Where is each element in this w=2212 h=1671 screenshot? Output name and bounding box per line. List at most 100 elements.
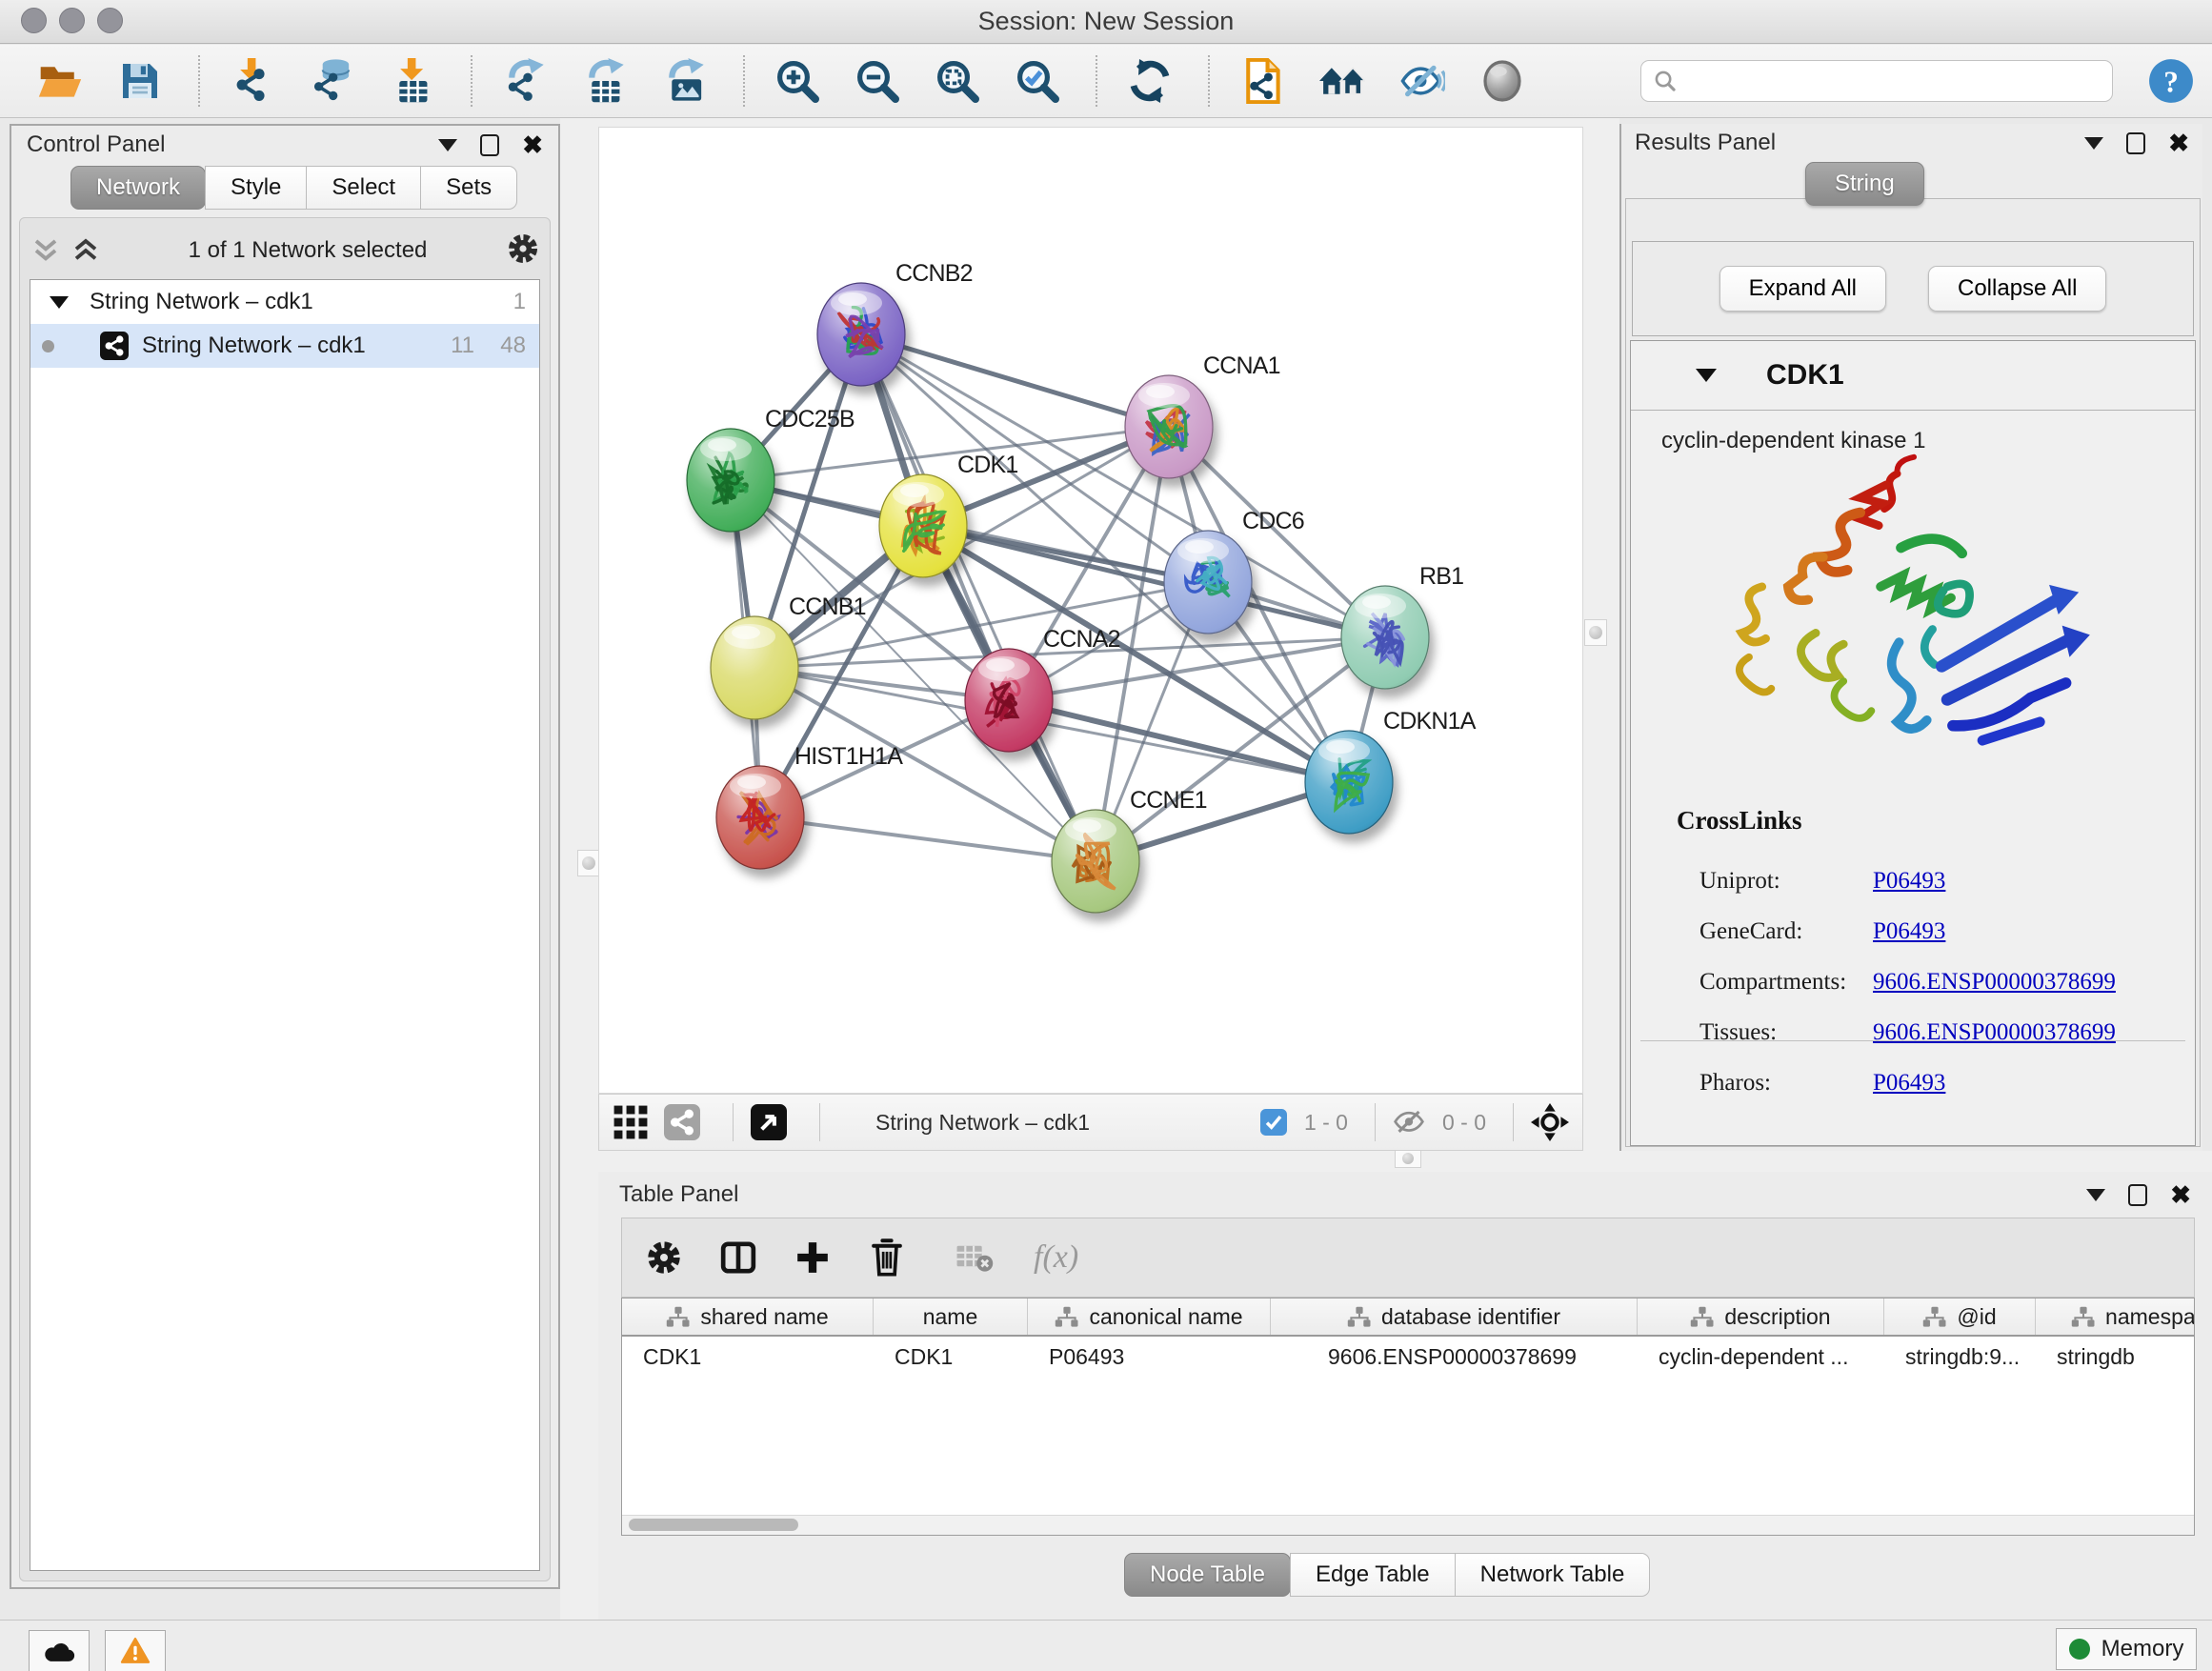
import-network-button[interactable] [225, 52, 280, 110]
open-folder-button[interactable] [32, 52, 88, 110]
right-splitter-handle[interactable] [1584, 619, 1607, 646]
network-edge[interactable] [861, 334, 1169, 427]
column-header-namespace[interactable]: namespace [2036, 1299, 2195, 1335]
table-cell[interactable]: stringdb:9... [1884, 1337, 2036, 1377]
tab-string[interactable]: String [1805, 162, 1924, 206]
column-header--id[interactable]: @id [1884, 1299, 2036, 1335]
tab-network-table[interactable]: Network Table [1455, 1553, 1651, 1597]
cloud-status-button[interactable] [29, 1630, 90, 1671]
crosslink-link-uniprot[interactable]: P06493 [1873, 868, 1945, 895]
network-node-HIST1H1A[interactable]: HIST1H1A [716, 743, 903, 869]
network-node-CCNB2[interactable]: CCNB2 [817, 260, 973, 386]
delete-column-icon[interactable] [862, 1233, 912, 1282]
collapse-all-icon[interactable] [70, 236, 102, 265]
close-panel-icon[interactable]: ✖ [522, 132, 543, 157]
left-splitter-handle[interactable] [577, 850, 600, 876]
panel-menu-icon[interactable] [2086, 1189, 2105, 1201]
delete-table-icon[interactable] [950, 1233, 999, 1282]
refresh-button[interactable] [1122, 52, 1177, 110]
zoom-selected-button[interactable] [1010, 52, 1065, 110]
network-node-CDKN1A[interactable]: CDKN1A [1305, 708, 1477, 834]
zoom-out-button[interactable] [850, 52, 905, 110]
collection-expander-icon[interactable] [50, 296, 69, 309]
hidden-eye-icon[interactable] [1393, 1108, 1425, 1137]
table-settings-gear-icon[interactable] [639, 1233, 689, 1282]
network-node-CCNB1[interactable]: CCNB1 [711, 594, 866, 719]
selected-checkbox-icon[interactable] [1260, 1109, 1287, 1136]
tab-node-table[interactable]: Node Table [1124, 1553, 1291, 1597]
column-header-canonical-name[interactable]: canonical name [1028, 1299, 1271, 1335]
network-canvas[interactable]: CCNB2 CCNA1 CDC25B CDK1 CDC6 [598, 127, 1583, 1094]
zoom-window-button[interactable] [97, 8, 123, 33]
table-cell[interactable]: CDK1 [874, 1337, 1028, 1377]
expand-all-icon[interactable] [30, 236, 62, 265]
import-table-button[interactable] [385, 52, 440, 110]
export-image-button[interactable] [657, 52, 713, 110]
bottom-splitter-handle[interactable] [1395, 1149, 1421, 1168]
network-edge[interactable] [760, 817, 1096, 861]
expand-all-button[interactable]: Expand All [1719, 266, 1886, 312]
close-panel-icon[interactable]: ✖ [2170, 1182, 2191, 1207]
crosslink-link-tissues[interactable]: 9606.ENSP00000378699 [1873, 1019, 2116, 1046]
float-panel-icon[interactable] [480, 134, 499, 156]
zoom-fit-button[interactable] [930, 52, 985, 110]
network-node-CCNE1[interactable]: CCNE1 [1052, 787, 1207, 913]
crosslink-link-compartments[interactable]: 9606.ENSP00000378699 [1873, 969, 2116, 996]
cdk1-section-header[interactable]: CDK1 [1631, 341, 2195, 411]
home-pair-button[interactable] [1315, 52, 1370, 110]
table-cell[interactable]: cyclin-dependent ... [1638, 1337, 1884, 1377]
collapse-all-button[interactable]: Collapse All [1928, 266, 2106, 312]
warnings-button[interactable] [105, 1630, 166, 1671]
network-edge[interactable] [861, 334, 1096, 861]
help-button[interactable]: ? [2147, 57, 2195, 105]
network-options-gear-icon[interactable] [506, 232, 540, 271]
function-builder-icon[interactable]: f(x) [1034, 1239, 1078, 1276]
close-window-button[interactable] [21, 8, 47, 33]
table-cell[interactable]: stringdb [2036, 1337, 2195, 1377]
network-node-CCNA1[interactable]: CCNA1 [1125, 352, 1280, 478]
export-table-button[interactable] [577, 52, 633, 110]
birdseye-view-icon[interactable] [751, 1104, 787, 1140]
preview-eye-button[interactable] [1475, 52, 1530, 110]
table-cell[interactable]: 9606.ENSP00000378699 [1271, 1337, 1638, 1377]
move-crosshair-icon[interactable] [1531, 1103, 1569, 1141]
close-panel-icon[interactable]: ✖ [2168, 131, 2189, 155]
export-network-button[interactable] [497, 52, 553, 110]
share-document-button[interactable] [1235, 52, 1290, 110]
tab-sets[interactable]: Sets [420, 166, 517, 210]
show-columns-icon[interactable] [714, 1233, 763, 1282]
scrollbar-thumb[interactable] [629, 1519, 798, 1531]
table-row[interactable]: CDK1CDK1P064939606.ENSP00000378699cyclin… [622, 1337, 2194, 1377]
panel-menu-icon[interactable] [438, 139, 457, 151]
search-input[interactable] [1685, 67, 2101, 95]
table-h-scrollbar[interactable] [622, 1515, 2194, 1535]
column-header-shared-name[interactable]: shared name [622, 1299, 874, 1335]
hide-show-button[interactable] [1395, 52, 1450, 110]
tab-select[interactable]: Select [306, 166, 421, 210]
section-collapse-icon[interactable] [1696, 369, 1717, 382]
crosslink-link-pharos[interactable]: P06493 [1873, 1070, 1945, 1097]
column-header-name[interactable]: name [874, 1299, 1028, 1335]
save-session-button[interactable] [112, 52, 168, 110]
crosslink-link-genecard[interactable]: P06493 [1873, 918, 1945, 945]
grid-view-icon[interactable] [613, 1104, 649, 1140]
column-header-description[interactable]: description [1638, 1299, 1884, 1335]
zoom-in-button[interactable] [770, 52, 825, 110]
network-row[interactable]: String Network – cdk1 11 48 [30, 324, 539, 368]
import-database-button[interactable] [305, 52, 360, 110]
memory-button[interactable]: Memory [2056, 1628, 2197, 1670]
panel-menu-icon[interactable] [2084, 137, 2103, 150]
tab-network[interactable]: Network [70, 166, 206, 210]
table-cell[interactable]: P06493 [1028, 1337, 1271, 1377]
network-collection-row[interactable]: String Network – cdk1 1 [30, 280, 539, 324]
search-field[interactable] [1640, 60, 2113, 102]
network-node-RB1[interactable]: RB1 [1341, 563, 1463, 689]
float-panel-icon[interactable] [2128, 1184, 2147, 1206]
tab-edge-table[interactable]: Edge Table [1290, 1553, 1456, 1597]
table-cell[interactable]: CDK1 [622, 1337, 874, 1377]
minimize-window-button[interactable] [59, 8, 85, 33]
network-node-CDK1[interactable]: CDK1 [879, 452, 1018, 577]
add-column-icon[interactable] [788, 1233, 837, 1282]
float-panel-icon[interactable] [2126, 132, 2145, 154]
tab-style[interactable]: Style [205, 166, 307, 210]
